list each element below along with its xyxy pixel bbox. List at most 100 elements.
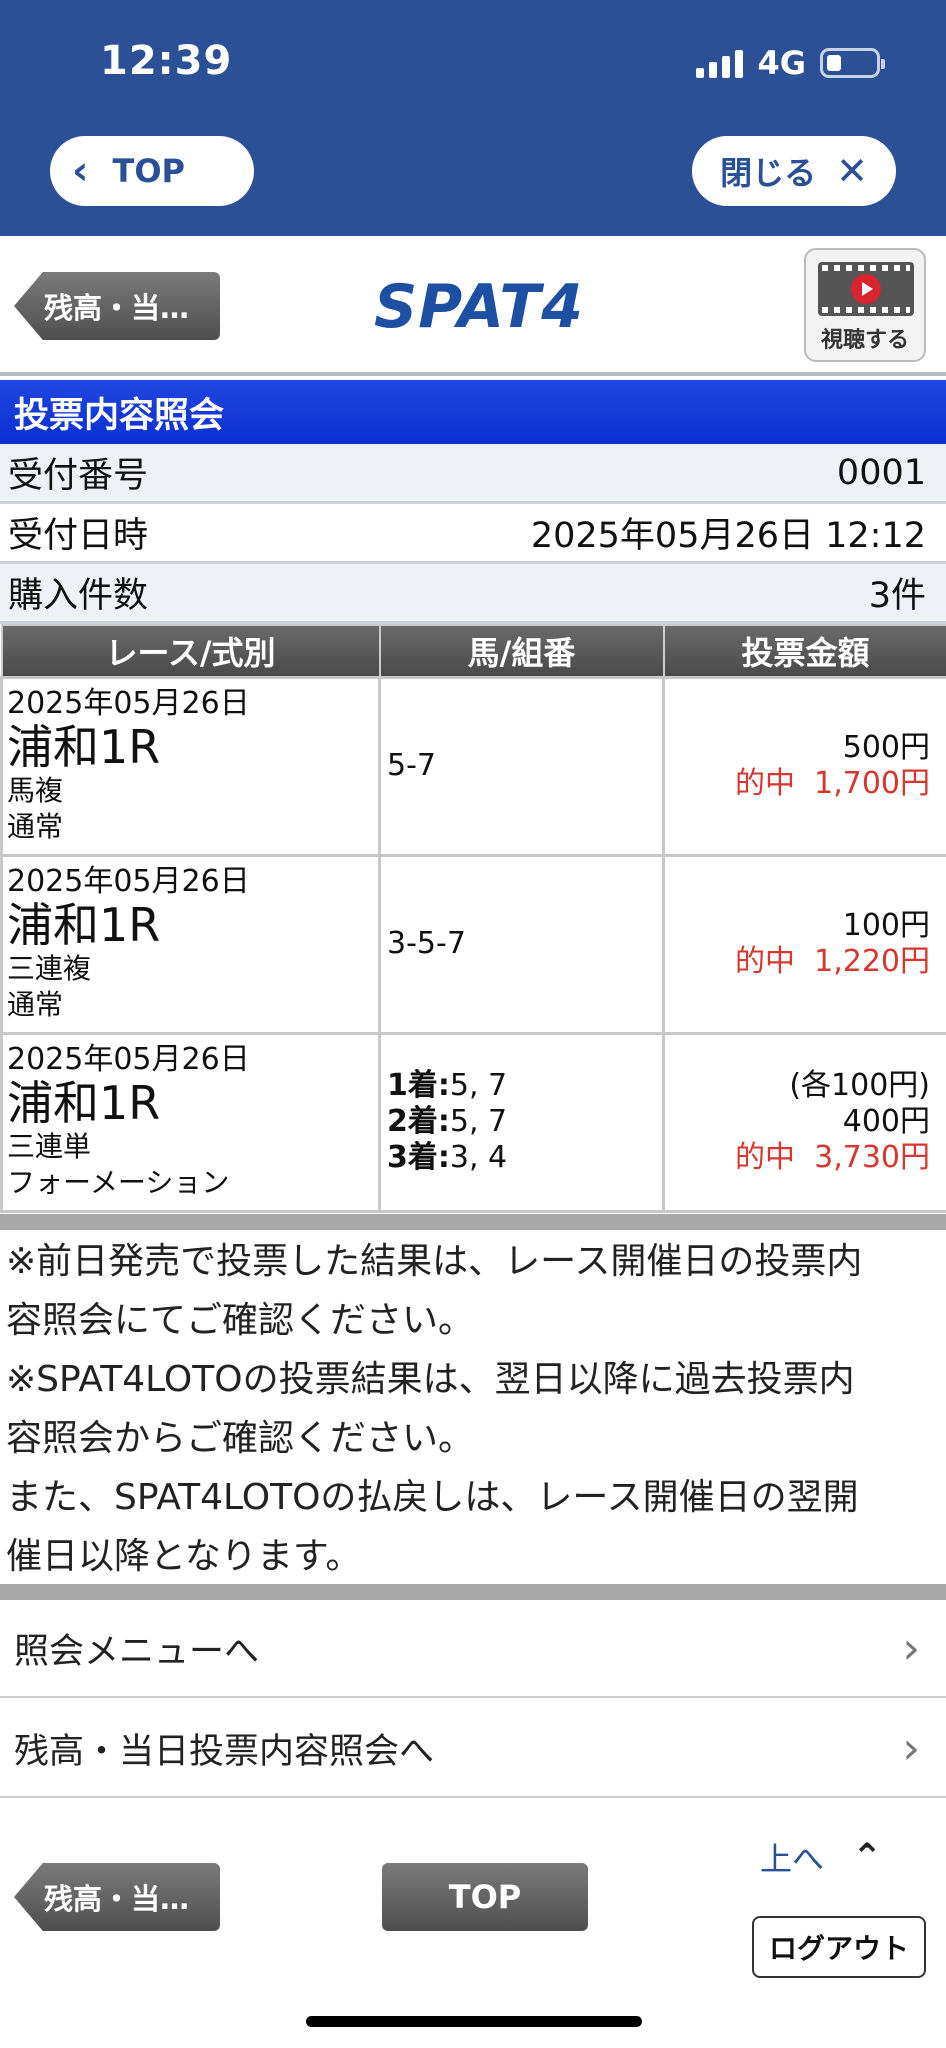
header-back-button[interactable]: 残高・当… <box>14 272 220 340</box>
browser-close-label: 閉じる <box>720 154 817 192</box>
combo-line: 1着:5, 7 <box>387 1068 662 1104</box>
menu-link-inquiry[interactable]: 照会メニューへ › <box>0 1600 946 1698</box>
footer-top-button[interactable]: TOP <box>382 1863 588 1931</box>
combo-label: 2着: <box>387 1104 450 1139</box>
network-label: 4G <box>757 44 806 82</box>
hit-amount: 1,700円 <box>814 766 930 801</box>
battery-icon <box>820 48 885 78</box>
race-cell: 2025年05月26日 浦和1R 三連複 通常 <box>0 853 381 1035</box>
browser-top-label: TOP <box>112 152 185 190</box>
race-name: 浦和1R <box>7 720 161 774</box>
note-line: 容照会からご確認ください。 <box>6 1418 475 1459</box>
col-header-combo: 馬/組番 <box>378 624 665 678</box>
combo-value: 5-7 <box>387 748 436 783</box>
bet-type: 三連複 <box>7 952 92 985</box>
hit-amount: 3,730円 <box>814 1140 930 1175</box>
combo-value: 3-5-7 <box>387 926 466 961</box>
hit-line: 的中 3,730円 <box>665 1140 930 1176</box>
hit-line: 的中 1,220円 <box>665 944 930 980</box>
note-line: ※SPAT4LOTOの投票結果は、翌日以降に過去投票内 <box>6 1359 855 1400</box>
table-header-row: レース/式別 馬/組番 投票金額 <box>0 624 946 678</box>
race-date: 2025年05月26日 <box>7 864 250 899</box>
info-label: 受付番号 <box>8 456 149 496</box>
watch-label: 視聴する <box>820 328 909 353</box>
divider <box>0 1214 946 1230</box>
info-label: 受付日時 <box>8 516 149 556</box>
race-date: 2025年05月26日 <box>7 686 250 721</box>
chevron-right-icon: › <box>902 1722 920 1774</box>
bet-amount: 100円 <box>842 908 930 943</box>
bet-method: フォーメーション <box>7 1166 230 1199</box>
race-name: 浦和1R <box>7 1076 161 1130</box>
chevron-up-icon: ⌃ <box>852 1836 883 1878</box>
combo-label: 1着: <box>387 1068 450 1103</box>
bet-type: 馬複 <box>7 774 64 807</box>
chevron-left-icon: ‹ <box>72 148 89 194</box>
close-icon: ✕ <box>836 149 868 193</box>
bet-type: 三連単 <box>7 1130 92 1163</box>
combo-cell: 1着:5, 7 2着:5, 7 3着:3, 4 <box>378 1031 665 1213</box>
scroll-to-top-link[interactable]: 上へ ⌃ <box>760 1834 882 1880</box>
note-line: また、SPAT4LOTOの払戻しは、レース開催日の翌開 <box>6 1477 859 1518</box>
status-icons: 4G <box>696 44 885 82</box>
menu-link-label: 照会メニューへ <box>14 1631 260 1672</box>
bet-amount: 400円 <box>842 1104 930 1139</box>
header-back-label: 残高・当… <box>44 291 190 325</box>
info-value: 2025年05月26日 12:12 <box>530 516 926 556</box>
menu-link-balance[interactable]: 残高・当日投票内容照会へ › <box>0 1700 946 1798</box>
footer-back-button[interactable]: 残高・当… <box>14 1863 220 1931</box>
bet-method: 通常 <box>7 810 64 843</box>
info-row-receipt-datetime: 受付日時 2025年05月26日 12:12 <box>0 504 946 564</box>
chevron-right-icon: › <box>902 1622 920 1674</box>
browser-chrome: 12:39 4G ‹ TOP 閉じる ✕ <box>0 0 946 236</box>
combo-value: 3, 4 <box>449 1140 508 1175</box>
hit-label: 的中 <box>735 944 796 979</box>
bet-method: 通常 <box>7 988 64 1021</box>
note-line: ※前日発売で投票した結果は、レース開催日の投票内 <box>6 1241 863 1282</box>
info-value: 0001 <box>836 452 926 493</box>
hit-line: 的中 1,700円 <box>665 766 930 802</box>
info-value: 3件 <box>868 576 926 616</box>
signal-icon <box>696 48 744 78</box>
info-row-purchase-count: 購入件数 3件 <box>0 564 946 624</box>
info-label: 購入件数 <box>8 576 149 616</box>
combo-line: 5-7 <box>387 748 662 784</box>
combo-cell: 3-5-7 <box>378 853 665 1035</box>
table-row: 2025年05月26日 浦和1R 馬複 通常 5-7 500円 的中 1,700… <box>0 675 946 857</box>
browser-close-button[interactable]: 閉じる ✕ <box>692 136 896 206</box>
hit-label: 的中 <box>735 766 796 801</box>
info-row-receipt-number: 受付番号 0001 <box>0 444 946 504</box>
combo-line: 2着:5, 7 <box>387 1104 662 1140</box>
to-top-label: 上へ <box>760 1840 825 1878</box>
browser-top-button[interactable]: ‹ TOP <box>50 136 254 206</box>
amount-cell: 100円 的中 1,220円 <box>662 853 946 1035</box>
combo-value: 5, 7 <box>449 1068 508 1103</box>
spat4-logo[interactable]: SPAT4 <box>374 272 584 342</box>
logout-button[interactable]: ログアウト <box>752 1916 926 1978</box>
race-name: 浦和1R <box>7 898 161 952</box>
each-amount: (各100円) <box>789 1068 930 1103</box>
combo-cell: 5-7 <box>378 675 665 857</box>
combo-value: 5, 7 <box>449 1104 508 1139</box>
note-line: 催日以降となります。 <box>6 1536 362 1577</box>
notes: ※前日発売で投票した結果は、レース開催日の投票内 容照会にてご確認ください。 ※… <box>0 1232 946 1586</box>
amount-cell: (各100円) 400円 的中 3,730円 <box>662 1031 946 1213</box>
race-date: 2025年05月26日 <box>7 1042 250 1077</box>
site-header: 残高・当… SPAT4 視聴する <box>0 236 946 376</box>
menu-link-label: 残高・当日投票内容照会へ <box>14 1731 435 1772</box>
combo-label: 3着: <box>387 1140 450 1175</box>
home-indicator <box>306 2016 642 2027</box>
watch-button[interactable]: 視聴する <box>804 248 926 362</box>
combo-line: 3着:3, 4 <box>387 1140 662 1176</box>
bet-table: レース/式別 馬/組番 投票金額 2025年05月26日 浦和1R 馬複 通常 … <box>0 624 946 1213</box>
col-header-amount: 投票金額 <box>662 624 946 678</box>
status-time: 12:39 <box>100 38 233 84</box>
hit-amount: 1,220円 <box>814 944 930 979</box>
table-row: 2025年05月26日 浦和1R 三連複 通常 3-5-7 100円 的中 1,… <box>0 853 946 1035</box>
footer-back-label: 残高・当… <box>44 1882 190 1916</box>
page-title: 投票内容照会 <box>0 380 946 444</box>
col-header-race: レース/式別 <box>0 624 381 678</box>
table-row: 2025年05月26日 浦和1R 三連単 フォーメーション 1着:5, 7 2着… <box>0 1031 946 1213</box>
race-cell: 2025年05月26日 浦和1R 三連単 フォーメーション <box>0 1031 381 1213</box>
bet-amount: 500円 <box>842 730 930 765</box>
